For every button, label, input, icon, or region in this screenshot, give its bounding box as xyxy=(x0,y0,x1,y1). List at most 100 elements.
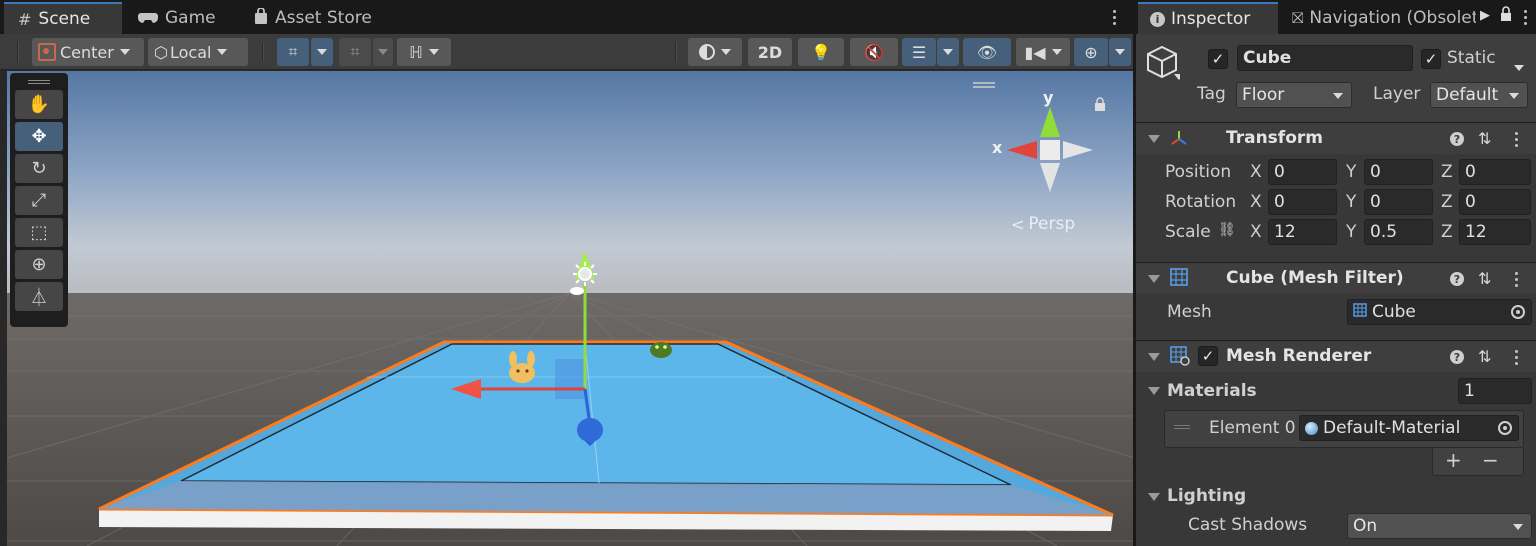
position-z-field[interactable]: 0 xyxy=(1459,159,1531,185)
custom-tool-button[interactable]: ⏃ xyxy=(15,282,63,311)
scale-tool-button[interactable]: ⤢ xyxy=(15,186,63,215)
panel-splitter[interactable] xyxy=(1133,0,1136,546)
mesh-renderer-header[interactable]: ✓ Mesh Renderer ? ⇅ xyxy=(1136,340,1536,372)
grid-magnet-dropdown[interactable] xyxy=(373,38,393,66)
custom-tool-icon: ⏃ xyxy=(30,287,48,309)
scale-y-field[interactable]: 0.5 xyxy=(1364,219,1433,245)
pivot-dropdown[interactable]: Center xyxy=(32,38,144,66)
transform-header[interactable]: Transform ? ⇅ xyxy=(1136,122,1536,154)
mesh-renderer-fold-icon[interactable] xyxy=(1148,353,1160,361)
grid-snap-toggle[interactable]: ⌗ xyxy=(277,38,309,66)
mesh-filter-fold-icon[interactable] xyxy=(1148,275,1160,283)
gizmos-dropdown[interactable] xyxy=(1109,38,1131,66)
mesh-filter-header[interactable]: Cube (Mesh Filter) ? ⇅ xyxy=(1136,262,1536,294)
rect-tool-button[interactable]: ⬚ xyxy=(15,218,63,247)
remove-element-button[interactable]: − xyxy=(1482,448,1499,472)
materials-count-field[interactable]: 1 xyxy=(1458,378,1532,404)
tab-scroll-right-icon[interactable]: ▶ xyxy=(1480,8,1494,26)
effects-toggle[interactable]: ☰ xyxy=(902,38,936,66)
gizmos-toggle[interactable]: ⊕ xyxy=(1074,38,1108,66)
tab-asset-store[interactable]: Asset Store xyxy=(240,2,390,34)
position-y-field[interactable]: 0 xyxy=(1364,159,1433,185)
materials-fold-icon[interactable] xyxy=(1148,387,1160,395)
move-tool-button[interactable]: ✥ xyxy=(15,122,63,151)
gamepad-icon xyxy=(138,9,158,28)
scene-toolbar: Center ⬡ Local ⌗ ⌗ ℍ 2D 💡 🔇 ☰ 👁 ▮◀ ⊕ xyxy=(0,34,1133,70)
cast-shadows-dropdown[interactable]: On xyxy=(1347,513,1532,539)
object-name-field[interactable]: Cube xyxy=(1237,45,1413,71)
layer-dropdown[interactable]: Default xyxy=(1430,82,1528,108)
materials-label: Materials xyxy=(1167,381,1257,401)
transform-fold-icon[interactable] xyxy=(1148,135,1160,143)
element-0-label: Element 0 xyxy=(1209,418,1296,438)
tools-drag-handle[interactable] xyxy=(28,80,50,84)
rotate-icon: ↻ xyxy=(31,158,47,179)
scale-x-field[interactable]: 12 xyxy=(1268,219,1337,245)
presets-icon[interactable]: ⇅ xyxy=(1478,129,1491,148)
lightbulb-icon: 💡 xyxy=(811,42,831,62)
object-picker-icon[interactable] xyxy=(1511,305,1525,319)
tab-inspector[interactable]: i Inspector xyxy=(1138,2,1278,34)
scale-z-field[interactable]: 12 xyxy=(1459,219,1531,245)
scene-visibility-toggle[interactable]: 👁 xyxy=(963,38,1011,66)
2d-toggle[interactable]: 2D xyxy=(748,38,792,66)
projection-toggle[interactable]: < Persp xyxy=(1011,214,1075,234)
scale-label: Scale xyxy=(1165,222,1211,242)
audio-toggle[interactable]: 🔇 xyxy=(850,38,898,66)
slime-character[interactable] xyxy=(650,342,672,358)
mesh-filter-menu-icon[interactable] xyxy=(1513,272,1519,287)
rotation-x-field[interactable]: 0 xyxy=(1268,189,1337,215)
tab-scene[interactable]: # Scene xyxy=(4,2,122,34)
drag-handle-icon[interactable] xyxy=(1174,425,1190,429)
lighting-toggle[interactable]: 💡 xyxy=(798,38,844,66)
rotation-z-field[interactable]: 0 xyxy=(1459,189,1531,215)
static-dropdown-icon[interactable] xyxy=(1514,56,1524,75)
transform-tool-button[interactable]: ⊕ xyxy=(15,250,63,279)
grid-magnet-toggle[interactable]: ⌗ xyxy=(339,38,371,66)
grid-icon: # xyxy=(18,9,32,29)
static-checkbox[interactable]: ✓ xyxy=(1421,49,1441,69)
scene-viewport[interactable]: y x < Persp xyxy=(7,71,1133,546)
object-picker-icon[interactable] xyxy=(1498,421,1512,435)
transform-menu-icon[interactable] xyxy=(1513,132,1519,147)
presets-icon[interactable]: ⇅ xyxy=(1478,347,1491,366)
material-sphere-icon xyxy=(1305,421,1318,435)
material-object-field[interactable]: Default-Material xyxy=(1299,415,1519,441)
toolbar-separator xyxy=(262,42,264,62)
mesh-object-field[interactable]: Cube xyxy=(1347,299,1532,325)
scale-z-label: Z xyxy=(1441,222,1453,242)
lighting-fold-icon[interactable] xyxy=(1148,493,1160,501)
mesh-renderer-title: Mesh Renderer xyxy=(1226,346,1372,366)
constrain-proportions-icon[interactable]: ⛓ xyxy=(1218,222,1236,238)
tab-navigation[interactable]: ⛝ Navigation (Obsolete) xyxy=(1280,2,1476,34)
add-element-button[interactable]: + xyxy=(1445,448,1462,472)
inspector-menu-icon[interactable] xyxy=(1522,10,1528,25)
mute-icon: 🔇 xyxy=(864,42,884,62)
rotation-y-field[interactable]: 0 xyxy=(1364,189,1433,215)
object-active-checkbox[interactable]: ✓ xyxy=(1208,49,1228,69)
tag-dropdown[interactable]: Floor xyxy=(1236,82,1352,108)
help-icon[interactable]: ? xyxy=(1450,132,1464,146)
mesh-renderer-menu-icon[interactable] xyxy=(1513,350,1519,365)
lock-inspector-icon[interactable] xyxy=(1500,6,1512,26)
eye-slash-icon: 👁 xyxy=(976,42,998,62)
inspector-tabbar: i Inspector ⛝ Navigation (Obsolete) ▶ xyxy=(1136,0,1536,34)
mesh-renderer-enabled-checkbox[interactable]: ✓ xyxy=(1198,346,1218,366)
grid-snap-dropdown[interactable] xyxy=(311,38,333,66)
tab-game[interactable]: Game xyxy=(124,2,236,34)
gizmo-x-label: x xyxy=(992,138,1003,157)
mesh-filter-title: Cube (Mesh Filter) xyxy=(1226,268,1404,288)
position-x-field[interactable]: 0 xyxy=(1268,159,1337,185)
increment-snap-dropdown[interactable]: ℍ xyxy=(397,38,451,66)
presets-icon[interactable]: ⇅ xyxy=(1478,269,1491,288)
shading-mode-dropdown[interactable] xyxy=(688,38,742,66)
effects-dropdown[interactable] xyxy=(937,38,959,66)
hand-tool-button[interactable]: ✋ xyxy=(15,90,63,119)
rect-icon: ⬚ xyxy=(30,222,48,243)
space-dropdown[interactable]: ⬡ Local xyxy=(148,38,248,66)
scene-menu-icon[interactable] xyxy=(1111,10,1117,25)
help-icon[interactable]: ? xyxy=(1450,272,1464,286)
help-icon[interactable]: ? xyxy=(1450,350,1464,364)
rotate-tool-button[interactable]: ↻ xyxy=(15,154,63,183)
camera-dropdown[interactable]: ▮◀ xyxy=(1016,38,1070,66)
